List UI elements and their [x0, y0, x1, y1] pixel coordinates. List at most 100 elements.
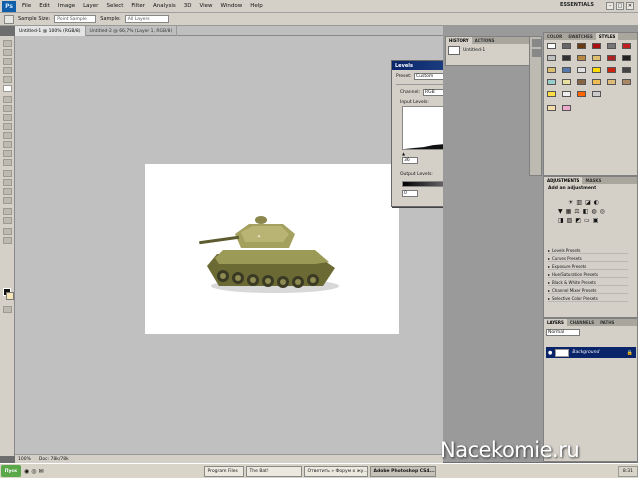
history-icon[interactable]: [532, 39, 541, 47]
move-tool-icon[interactable]: [3, 40, 12, 47]
brush-tool-icon[interactable]: [3, 105, 12, 112]
style-swatch[interactable]: [622, 55, 631, 61]
dodge-tool-icon[interactable]: [3, 159, 12, 166]
style-swatch[interactable]: [547, 43, 556, 49]
style-swatch[interactable]: [592, 43, 601, 49]
menu-view[interactable]: View: [195, 3, 216, 9]
style-swatch[interactable]: [592, 67, 601, 73]
menu-3d[interactable]: 3D: [180, 3, 196, 9]
tab-untitled-1[interactable]: Untitled-1 @ 100% (RGB/8): [15, 26, 86, 36]
style-swatch[interactable]: [577, 91, 586, 97]
lasso-tool-icon[interactable]: [3, 58, 12, 65]
preset-item[interactable]: ▸ Levels Presets: [548, 247, 628, 254]
style-swatch[interactable]: [622, 79, 631, 85]
hue-icon[interactable]: ▦: [566, 208, 572, 215]
preset-item[interactable]: ▸ Black & White Presets: [548, 279, 628, 286]
clock[interactable]: 8:31: [617, 465, 638, 477]
tab-channels[interactable]: CHANNELS: [567, 319, 597, 326]
menu-help[interactable]: Help: [246, 3, 267, 9]
exposure-icon[interactable]: ◐: [594, 199, 599, 206]
photoshop-logo-icon[interactable]: Ps: [2, 0, 16, 12]
start-button[interactable]: Пуск: [1, 465, 21, 477]
layer-row-background[interactable]: ● Background 🔒: [546, 347, 636, 358]
invert-icon[interactable]: ◨: [558, 217, 564, 224]
style-swatch[interactable]: [547, 79, 556, 85]
style-swatch[interactable]: [562, 55, 571, 61]
style-swatch[interactable]: [592, 55, 601, 61]
style-swatch[interactable]: [607, 67, 616, 73]
tab-actions[interactable]: ACTIONS: [472, 37, 498, 44]
tab-swatches[interactable]: SWATCHES: [565, 33, 596, 40]
style-swatch[interactable]: [547, 91, 556, 97]
curves-icon[interactable]: ◪: [585, 199, 591, 206]
zoom-tool-icon[interactable]: [3, 237, 12, 244]
style-swatch[interactable]: [592, 79, 601, 85]
blur-tool-icon[interactable]: [3, 150, 12, 157]
tab-history[interactable]: HISTORY: [446, 37, 472, 44]
tab-adjustments[interactable]: ADJUSTMENTS: [544, 177, 583, 184]
eyedropper-tool-icon[interactable]: [3, 85, 12, 92]
3d-orbit-tool-icon[interactable]: [3, 217, 12, 224]
hand-tool-icon[interactable]: [3, 228, 12, 235]
posterize-icon[interactable]: ▨: [567, 217, 573, 224]
healing-tool-icon[interactable]: [3, 96, 12, 103]
style-swatch[interactable]: [547, 67, 556, 73]
style-swatch[interactable]: [562, 105, 571, 111]
style-swatch[interactable]: [562, 79, 571, 85]
threshold-icon[interactable]: ◩: [575, 217, 581, 224]
menu-analysis[interactable]: Analysis: [149, 3, 180, 9]
tab-paths[interactable]: PATHS: [597, 319, 617, 326]
tab-layers[interactable]: LAYERS: [544, 319, 567, 326]
eye-icon[interactable]: ●: [548, 350, 552, 356]
preset-item[interactable]: ▸ Exposure Presets: [548, 263, 628, 270]
tab-styles[interactable]: STYLES: [595, 33, 619, 40]
eraser-tool-icon[interactable]: [3, 132, 12, 139]
menu-window[interactable]: Window: [217, 3, 247, 9]
quick-select-tool-icon[interactable]: [3, 67, 12, 74]
3d-rotate-tool-icon[interactable]: [3, 208, 12, 215]
task-program-files[interactable]: Program Files: [203, 465, 244, 477]
style-swatch[interactable]: [562, 67, 571, 73]
input-black-field[interactable]: 36: [402, 157, 418, 164]
style-swatch[interactable]: [607, 55, 616, 61]
menu-layer[interactable]: Layer: [79, 3, 102, 9]
style-swatch[interactable]: [577, 79, 586, 85]
background-color-swatch[interactable]: [6, 292, 14, 300]
balance-icon[interactable]: ⚖: [574, 208, 579, 215]
minimize-icon[interactable]: –: [606, 2, 614, 10]
pen-tool-icon[interactable]: [3, 170, 12, 177]
bw-icon[interactable]: ◧: [583, 208, 589, 215]
tab-untitled-2[interactable]: Untitled-2 @ 66,7% (Layer 1, RGB/8): [86, 26, 178, 36]
tab-color[interactable]: COLOR: [544, 33, 565, 40]
menu-file[interactable]: File: [18, 3, 35, 9]
preset-item[interactable]: ▸ Selective Color Presets: [548, 295, 628, 302]
close-icon[interactable]: ✕: [626, 2, 634, 10]
task-forum[interactable]: Ответить » Форум о жу...: [303, 465, 368, 477]
crop-tool-icon[interactable]: [3, 76, 12, 83]
menu-select[interactable]: Select: [102, 3, 127, 9]
path-select-tool-icon[interactable]: [3, 188, 12, 195]
clone-stamp-tool-icon[interactable]: [3, 114, 12, 121]
tab-masks[interactable]: MASKS: [582, 177, 604, 184]
brightness-icon[interactable]: ☀: [568, 199, 573, 206]
style-swatch[interactable]: [607, 43, 616, 49]
menu-edit[interactable]: Edit: [35, 3, 54, 9]
quicklaunch-icon[interactable]: ✉: [39, 468, 44, 475]
maximize-icon[interactable]: □: [616, 2, 624, 10]
sample-select[interactable]: All Layers: [124, 15, 169, 23]
photo-filter-icon[interactable]: ◍: [591, 208, 596, 215]
actions-icon[interactable]: [532, 49, 541, 57]
quicklaunch-icon[interactable]: ◎: [31, 468, 36, 475]
marquee-tool-icon[interactable]: [3, 49, 12, 56]
style-swatch[interactable]: [562, 43, 571, 49]
preset-item[interactable]: ▸ Curves Presets: [548, 255, 628, 262]
zoom-level[interactable]: 100%: [18, 457, 31, 462]
history-item[interactable]: Untitled-1: [446, 44, 538, 57]
quick-mask-icon[interactable]: [3, 306, 12, 313]
history-brush-tool-icon[interactable]: [3, 123, 12, 130]
task-photoshop[interactable]: Adobe Photoshop CS4...: [369, 465, 436, 477]
gradient-tool-icon[interactable]: [3, 141, 12, 148]
output-black-field[interactable]: 0: [402, 190, 418, 197]
menu-image[interactable]: Image: [54, 3, 79, 9]
style-swatch[interactable]: [592, 91, 601, 97]
